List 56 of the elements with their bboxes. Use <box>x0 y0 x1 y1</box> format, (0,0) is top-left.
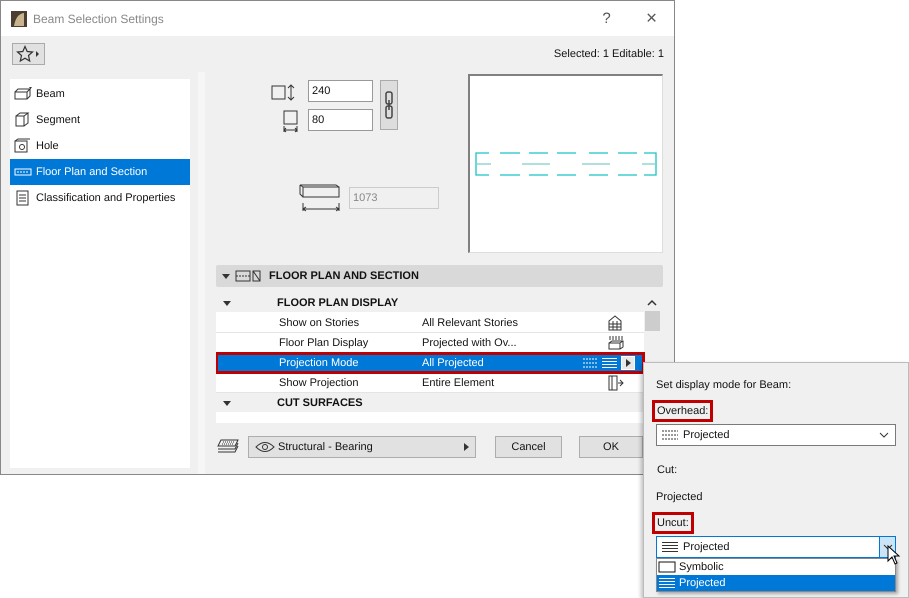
sidebar-item[interactable]: Classification and Properties <box>10 185 190 211</box>
solid-lines-icon <box>661 541 679 553</box>
selection-info: Selected: 1 Editable: 1 <box>554 48 664 60</box>
cut-value: Projected <box>656 491 702 503</box>
overhead-select[interactable]: Projected <box>656 424 896 446</box>
link-toggle-button[interactable] <box>380 80 398 130</box>
sidebar-item[interactable]: Beam <box>10 81 190 107</box>
star-icon <box>16 45 42 63</box>
projection-lines-icon <box>582 356 618 368</box>
sidebar-item[interactable]: Floor Plan and Section <box>10 159 190 185</box>
group-header[interactable]: FLOOR PLAN DISPLAY <box>216 293 644 313</box>
uncut-select[interactable]: Projected <box>656 536 896 558</box>
layer-dropdown[interactable]: Structural - Bearing <box>248 436 476 458</box>
popup-prompt: Set display mode for Beam: <box>656 379 792 391</box>
scroll-up-icon <box>647 299 657 307</box>
group-header[interactable]: CUT SURFACES <box>216 393 644 413</box>
hole-icon <box>13 138 33 154</box>
expand-triangle-icon <box>222 398 232 406</box>
expand-triangle-icon <box>221 272 231 280</box>
scroll-thumb[interactable] <box>644 311 660 331</box>
play-arrow-icon <box>463 443 469 451</box>
open-popup-button[interactable] <box>621 356 635 370</box>
expand-triangle-icon <box>222 298 232 306</box>
width-field[interactable]: 80 <box>308 109 373 131</box>
sidebar-item[interactable]: Hole <box>10 133 190 159</box>
stories-icon <box>607 314 623 330</box>
rectangle-icon <box>658 561 676 573</box>
dropdown-option[interactable]: Projected <box>657 575 895 591</box>
eye-icon <box>255 441 275 453</box>
close-button[interactable]: × <box>629 1 674 36</box>
dropdown-option[interactable]: Symbolic <box>657 559 895 575</box>
chevron-down-icon <box>879 432 889 438</box>
help-button[interactable]: ? <box>584 1 629 36</box>
solid-lines-icon <box>658 577 676 589</box>
plan-display-icon <box>607 334 625 350</box>
chevron-down-icon <box>882 544 892 550</box>
dashed-lines-icon <box>661 429 679 441</box>
uncut-label: Uncut: <box>652 512 694 534</box>
overhead-label: Overhead: <box>652 400 714 422</box>
sidebar-item[interactable]: Segment <box>10 107 190 133</box>
chain-icon <box>384 90 394 120</box>
box-icon <box>13 86 33 102</box>
width-dimension-icon <box>283 110 299 134</box>
height-field[interactable]: 240 <box>308 80 373 102</box>
projection-extent-icon <box>607 374 625 390</box>
setting-row[interactable]: Show on Stories All Relevant Stories <box>216 313 644 333</box>
dialog-button[interactable]: Cancel <box>495 436 562 458</box>
app-logo-icon <box>11 10 27 26</box>
plan-section-icon <box>235 270 261 282</box>
setting-row[interactable]: Projection Mode All Projected <box>216 353 644 373</box>
cut-label: Cut: <box>656 463 678 478</box>
section-header[interactable]: FLOOR PLAN AND SECTION <box>216 265 663 287</box>
window-title: Beam Selection Settings <box>33 12 164 26</box>
dialog-button[interactable]: OK <box>579 436 643 458</box>
play-arrow-icon <box>625 358 631 366</box>
favorites-button[interactable] <box>12 43 45 65</box>
